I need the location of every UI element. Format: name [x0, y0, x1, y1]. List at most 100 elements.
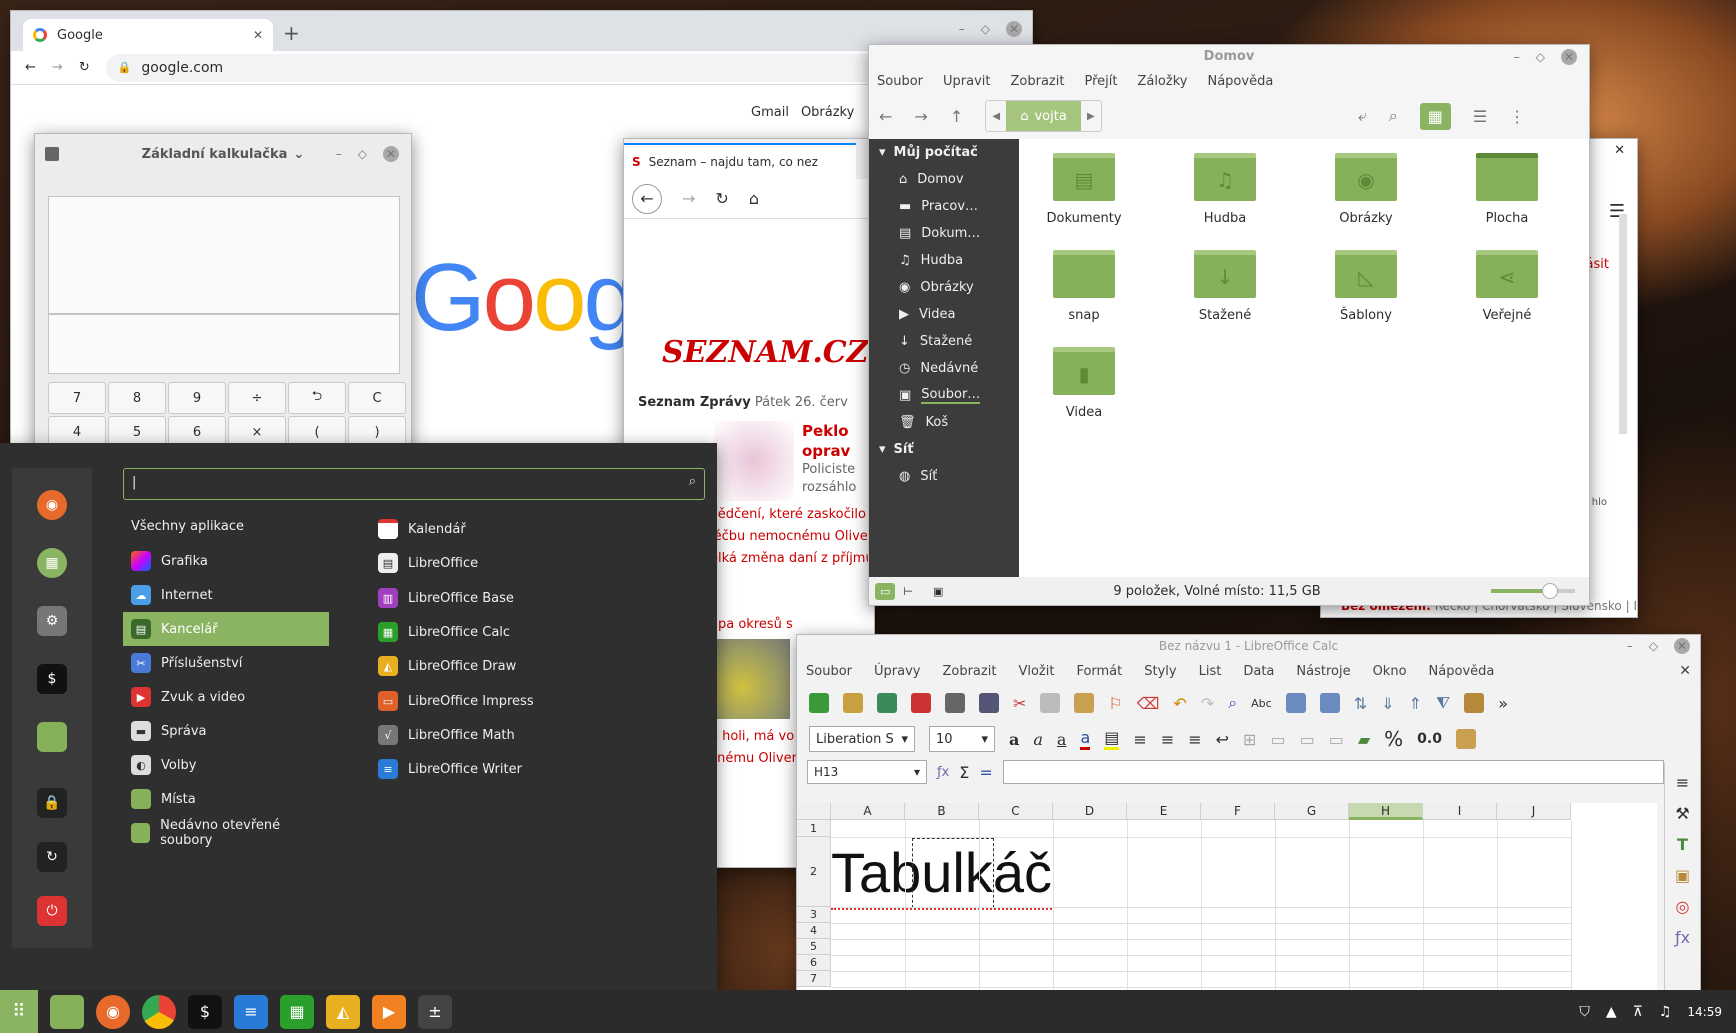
row-header-6[interactable]: 6 — [797, 955, 831, 971]
align-right-icon[interactable]: ≡ — [1188, 730, 1201, 749]
menu-napoveda[interactable]: Nápověda — [1429, 664, 1495, 679]
chrome-icon[interactable] — [142, 994, 176, 1029]
align-bottom-icon[interactable]: ▭ — [1329, 730, 1344, 749]
terminal-icon[interactable]: $ — [188, 994, 222, 1029]
date-icon[interactable] — [1455, 729, 1476, 749]
menu-soubor[interactable]: Soubor — [877, 74, 923, 89]
column-header-g[interactable]: G — [1275, 803, 1349, 820]
firefox-icon[interactable]: ◉ — [37, 490, 67, 520]
formula-input[interactable] — [1002, 760, 1664, 784]
column-header-c[interactable]: C — [979, 803, 1053, 820]
search-icon[interactable]: ⌕ — [689, 474, 696, 489]
media-player-icon[interactable]: ▶ — [372, 994, 406, 1029]
folder-videos[interactable]: ▮ Videa — [1019, 333, 1149, 420]
column-icon[interactable] — [1319, 693, 1340, 713]
maximize-icon[interactable]: ◇ — [1649, 639, 1658, 653]
files-icon[interactable] — [50, 994, 84, 1029]
software-manager-icon[interactable]: ▦ — [37, 548, 67, 578]
new-tab-icon[interactable]: + — [283, 21, 300, 45]
app-libreoffice-writer[interactable]: ≡ LibreOffice Writer — [378, 752, 522, 786]
folder-snap[interactable]: snap — [1019, 236, 1149, 323]
cut-icon[interactable]: ✂ — [1013, 694, 1026, 713]
formula-icon[interactable]: = — [979, 763, 992, 782]
icon-view-icon[interactable]: ▦ — [1419, 102, 1451, 130]
maximize-icon[interactable]: ◇ — [1536, 50, 1545, 64]
news-item-5[interactable]: cnému Oliver — [710, 751, 797, 766]
sidebar-menu-icon[interactable]: ≡ — [1676, 773, 1689, 792]
app-libreoffice-draw[interactable]: ◭ LibreOffice Draw — [378, 649, 516, 683]
close-icon[interactable]: ✕ — [1674, 638, 1690, 654]
row-header-7[interactable]: 7 — [797, 971, 831, 987]
percent-icon[interactable]: % — [1384, 727, 1403, 751]
key-8[interactable]: 8 — [108, 382, 166, 414]
map-text[interactable]: apa okresů s — [710, 617, 793, 632]
minimize-icon[interactable]: – — [336, 147, 342, 161]
news-item-4[interactable]: o holi, má vo — [710, 729, 794, 744]
menu-list[interactable]: List — [1199, 664, 1222, 679]
maximize-icon[interactable]: ◇ — [981, 22, 990, 36]
news-item-3[interactable]: elká změna daní z příjmu. Komu se vyplat… — [710, 551, 874, 566]
menu-soubor[interactable]: Soubor — [806, 664, 852, 679]
forward-icon[interactable]: → — [682, 189, 695, 208]
zoom-slider-knob[interactable] — [1541, 583, 1558, 599]
app-libreoffice-calc[interactable]: ▦ LibreOffice Calc — [378, 615, 510, 649]
gallery-icon[interactable]: ▣ — [1675, 866, 1690, 885]
hide-sidebar-icon[interactable]: ▣ — [933, 585, 943, 598]
close-icon[interactable]: ✕ — [1614, 143, 1625, 158]
menu-styly[interactable]: Styly — [1144, 664, 1176, 679]
app-libreoffice[interactable]: ▤ LibreOffice — [378, 546, 478, 580]
row-header-1[interactable]: 1 — [797, 820, 831, 837]
menu-format[interactable]: Formát — [1076, 664, 1122, 679]
files-icon[interactable] — [37, 722, 67, 752]
autofilter-icon[interactable]: ⧨ — [1436, 693, 1450, 713]
print-icon[interactable] — [945, 693, 965, 713]
key-undo[interactable]: ⮌ — [288, 382, 346, 414]
navigator-icon[interactable]: ◎ — [1676, 897, 1690, 916]
sum-icon[interactable]: Σ — [959, 763, 969, 782]
row-header-4[interactable]: 4 — [797, 923, 831, 939]
column-header-e[interactable]: E — [1127, 803, 1201, 820]
home-icon[interactable]: ⌂ — [749, 189, 759, 208]
category-sound-video[interactable]: ▶ Zvuk a video — [123, 680, 329, 714]
folder-downloads[interactable]: ↓ Stažené — [1160, 236, 1290, 323]
search-input[interactable]: | — [132, 475, 136, 490]
sidebar-item-downloads[interactable]: ↓ Stažené — [869, 328, 1019, 355]
spelling-icon[interactable]: Abc — [1251, 697, 1272, 710]
sound-icon[interactable]: ♫ — [1659, 1004, 1672, 1020]
category-recent[interactable]: Nedávno otevřené soubory — [123, 816, 329, 850]
category-office[interactable]: ▤ Kancelář — [123, 612, 329, 646]
forward-icon[interactable]: → — [914, 107, 927, 126]
zoom-slider[interactable] — [1491, 583, 1575, 599]
sidebar-item-filesystem[interactable]: ▣ Soubor… — [869, 382, 1019, 409]
app-libreoffice-base[interactable]: ▥ LibreOffice Base — [378, 581, 514, 615]
column-header-h[interactable]: H — [1349, 803, 1423, 820]
calc-input-display[interactable] — [48, 314, 400, 374]
sort-descending-icon[interactable]: ⇓ — [1381, 694, 1394, 713]
sidebar-item-domov[interactable]: ⌂ Domov — [869, 166, 1019, 193]
key-7[interactable]: 7 — [48, 382, 106, 414]
breadcrumb-home[interactable]: ⌂ vojta — [1006, 101, 1081, 131]
app-libreoffice-impress[interactable]: ▭ LibreOffice Impress — [378, 684, 534, 718]
reload-icon[interactable]: ↻ — [715, 189, 728, 208]
writer-icon[interactable]: ≡ — [234, 994, 268, 1029]
sort-icon[interactable]: ⇅ — [1354, 694, 1367, 713]
column-header-d[interactable]: D — [1053, 803, 1127, 820]
app-libreoffice-math[interactable]: √ LibreOffice Math — [378, 718, 515, 752]
back-icon[interactable]: ← — [632, 183, 662, 214]
sidebar-item-network[interactable]: ◍ Síť — [869, 463, 1019, 490]
places-toggle-icon[interactable]: ▭ — [875, 582, 896, 600]
scrollbar[interactable] — [1619, 214, 1627, 434]
logout-icon[interactable]: ↻ — [37, 842, 67, 872]
sidebar-item-documents[interactable]: ▤ Dokum… — [869, 220, 1019, 247]
news-source[interactable]: Seznam Zprávy — [638, 395, 751, 410]
name-box[interactable]: H13 ▾ — [807, 760, 927, 784]
menu-zalozky[interactable]: Záložky — [1137, 74, 1187, 89]
new-icon[interactable] — [809, 693, 829, 713]
search-icon[interactable]: ⌕ — [1389, 106, 1398, 126]
row-header-2[interactable]: 2 — [797, 837, 831, 907]
key-clear[interactable]: C — [348, 382, 406, 414]
back-icon[interactable]: ← — [25, 60, 36, 75]
currency-icon[interactable]: ▰ — [1358, 730, 1370, 749]
close-icon[interactable]: ✕ — [383, 146, 399, 162]
shield-icon[interactable]: ⛉ — [1579, 1004, 1590, 1020]
